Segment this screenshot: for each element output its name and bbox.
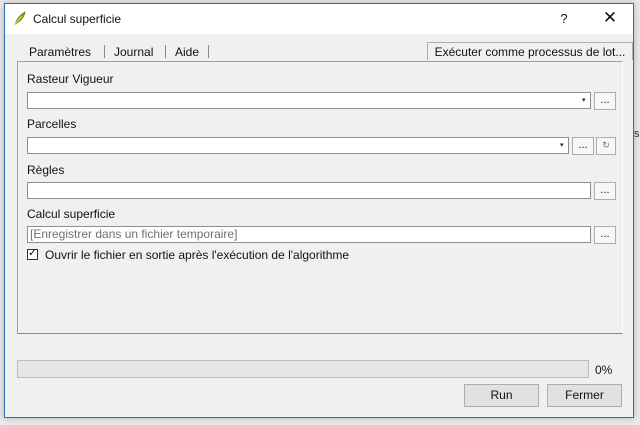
progress-bar [17, 360, 589, 378]
progress-percent: 0% [595, 363, 613, 377]
rasteur-combo[interactable] [27, 92, 591, 109]
qgis-icon [12, 10, 28, 26]
tab-separator [165, 45, 166, 58]
regles-browse-button[interactable]: ... [594, 182, 616, 200]
iterate-icon[interactable]: ↻ [596, 137, 616, 155]
title-bar[interactable]: Calcul superficie ? ✕ [5, 4, 633, 34]
output-browse-button[interactable]: ... [594, 226, 616, 244]
output-label: Calcul superficie [27, 207, 116, 221]
close-window-button[interactable]: ✕ [601, 8, 619, 28]
background-text-fragment: si [634, 128, 640, 140]
batch-process-button[interactable]: Exécuter comme processus de lot... [427, 42, 633, 60]
regles-label: Règles [27, 163, 65, 177]
rasteur-browse-button[interactable]: ... [594, 92, 616, 110]
tab-bar: Paramètres Journal Aide Exécuter comme p… [17, 42, 633, 62]
output-file-input[interactable]: [Enregistrer dans un fichier temporaire] [27, 226, 591, 243]
chevron-down-icon: ▾ [582, 97, 586, 104]
parameters-panel: Rasteur Vigueur ▾ ... Parcelles ▾ ... ↻ … [17, 61, 623, 334]
tab-journal[interactable]: Journal [114, 45, 153, 59]
rasteur-label: Rasteur Vigueur [27, 72, 114, 86]
run-button[interactable]: Run [464, 384, 539, 407]
chevron-down-icon: ▾ [560, 142, 564, 149]
checkmark-icon: ✓ [28, 247, 38, 259]
window-title: Calcul superficie [33, 12, 122, 26]
tab-aide[interactable]: Aide [175, 45, 199, 59]
tab-separator [104, 45, 105, 58]
regles-input[interactable] [27, 182, 591, 199]
parcelles-combo[interactable] [27, 137, 569, 154]
fermer-button[interactable]: Fermer [547, 384, 622, 407]
parcelles-browse-button[interactable]: ... [572, 137, 594, 155]
parcelles-label: Parcelles [27, 117, 77, 131]
calcul-superficie-dialog: Calcul superficie ? ✕ Paramètres Journal… [4, 3, 634, 418]
help-button[interactable]: ? [557, 11, 571, 26]
open-output-checkbox[interactable]: ✓ [27, 247, 38, 260]
tab-separator [208, 45, 209, 58]
open-output-label[interactable]: Ouvrir le fichier en sortie après l'exéc… [45, 248, 349, 262]
tab-parametres[interactable]: Paramètres [29, 45, 91, 59]
